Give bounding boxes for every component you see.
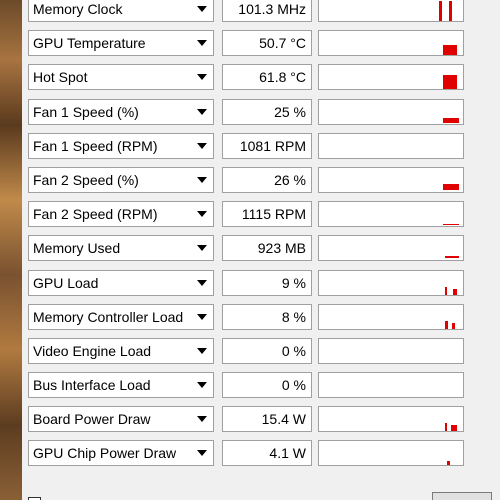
- sensor-row-video-engine-load: Video Engine Load 0 %: [22, 336, 496, 370]
- sensor-name-label: Bus Interface Load: [33, 377, 151, 394]
- sensor-row-hot-spot: Hot Spot 61.8 °C: [22, 62, 496, 96]
- sensor-graph: [318, 406, 464, 433]
- sensor-name-label: Video Engine Load: [33, 342, 152, 359]
- sensor-name-label: Memory Controller Load: [33, 308, 184, 325]
- sensor-value: 50.7 °C: [222, 30, 312, 57]
- sensor-value: 25 %: [222, 98, 312, 125]
- chevron-down-icon[interactable]: [191, 100, 213, 124]
- sensor-row-fan2-rpm: Fan 2 Speed (RPM) 1115 RPM: [22, 199, 496, 233]
- sensor-value: 0 %: [222, 337, 312, 364]
- sensor-row-gpu-temperature: GPU Temperature 50.7 °C: [22, 28, 496, 62]
- sensor-row-memory-controller-load: Memory Controller Load 8 %: [22, 302, 496, 336]
- sensor-value: 61.8 °C: [222, 64, 312, 91]
- sensor-name-dropdown[interactable]: Hot Spot: [28, 64, 214, 91]
- sensor-graph: [318, 201, 464, 228]
- sensor-name-dropdown[interactable]: Memory Controller Load: [28, 303, 214, 330]
- chevron-down-icon[interactable]: [191, 236, 213, 260]
- sensor-value: 9 %: [222, 269, 312, 296]
- sensor-graph: [318, 269, 464, 296]
- sensor-graph: [318, 98, 464, 125]
- sensor-graph: [318, 132, 464, 159]
- chevron-down-icon[interactable]: [191, 339, 213, 363]
- sensor-name-dropdown[interactable]: GPU Load: [28, 269, 214, 296]
- sensor-name-dropdown[interactable]: Fan 1 Speed (RPM): [28, 132, 214, 159]
- sensor-name-dropdown[interactable]: Memory Used: [28, 235, 214, 262]
- sensor-name-label: Fan 1 Speed (RPM): [33, 137, 158, 154]
- sensor-graph: [318, 337, 464, 364]
- chevron-down-icon[interactable]: [191, 271, 213, 295]
- chevron-down-icon[interactable]: [191, 441, 213, 465]
- sensor-value: 101.3 MHz: [222, 0, 312, 22]
- sensor-name-label: Fan 1 Speed (%): [33, 103, 139, 120]
- chevron-down-icon[interactable]: [191, 373, 213, 397]
- sensor-row-fan1-percent: Fan 1 Speed (%) 25 %: [22, 97, 496, 131]
- sensors-panel: Memory Clock 101.3 MHz GPU Temperature 5…: [22, 0, 496, 500]
- desktop-background: [0, 0, 22, 500]
- sensor-name-label: Memory Used: [33, 240, 121, 257]
- sensor-row-fan1-rpm: Fan 1 Speed (RPM) 1081 RPM: [22, 131, 496, 165]
- sensor-name-dropdown[interactable]: Fan 2 Speed (RPM): [28, 201, 214, 228]
- sensor-list: Memory Clock 101.3 MHz GPU Temperature 5…: [22, 0, 496, 473]
- sensor-row-fan2-percent: Fan 2 Speed (%) 26 %: [22, 165, 496, 199]
- chevron-down-icon[interactable]: [191, 168, 213, 192]
- sensor-name-label: GPU Load: [33, 274, 99, 291]
- sensor-name-dropdown[interactable]: Board Power Draw: [28, 406, 214, 433]
- vertical-scrollbar[interactable]: [492, 0, 496, 500]
- sensor-name-dropdown[interactable]: Fan 2 Speed (%): [28, 166, 214, 193]
- sensor-name-label: Fan 2 Speed (RPM): [33, 206, 158, 223]
- bottom-button[interactable]: [432, 492, 492, 500]
- sensor-name-label: Hot Spot: [33, 69, 88, 86]
- sensor-name-dropdown[interactable]: Bus Interface Load: [28, 372, 214, 399]
- sensor-name-label: Board Power Draw: [33, 411, 151, 428]
- sensor-value: 923 MB: [222, 235, 312, 262]
- sensor-graph: [318, 64, 464, 91]
- chevron-down-icon[interactable]: [191, 305, 213, 329]
- sensor-name-dropdown[interactable]: GPU Temperature: [28, 30, 214, 57]
- sensor-name-label: Fan 2 Speed (%): [33, 171, 139, 188]
- sensor-graph: [318, 303, 464, 330]
- sensor-graph: [318, 166, 464, 193]
- sensor-graph: [318, 235, 464, 262]
- chevron-down-icon[interactable]: [191, 134, 213, 158]
- sensor-name-label: GPU Temperature: [33, 35, 146, 52]
- sensor-row-gpu-load: GPU Load 9 %: [22, 268, 496, 302]
- sensor-value: 1115 RPM: [222, 201, 312, 228]
- sensor-value: 8 %: [222, 303, 312, 330]
- chevron-down-icon[interactable]: [191, 202, 213, 226]
- chevron-down-icon[interactable]: [191, 31, 213, 55]
- sensor-value: 1081 RPM: [222, 132, 312, 159]
- sensor-name-dropdown[interactable]: Fan 1 Speed (%): [28, 98, 214, 125]
- sensor-row-memory-used: Memory Used 923 MB: [22, 233, 496, 267]
- sensor-row-board-power-draw: Board Power Draw 15.4 W: [22, 404, 496, 438]
- sensor-graph: [318, 440, 464, 467]
- chevron-down-icon[interactable]: [191, 65, 213, 89]
- sensor-row-memory-clock: Memory Clock 101.3 MHz: [22, 0, 496, 28]
- chevron-down-icon[interactable]: [191, 407, 213, 431]
- chevron-down-icon[interactable]: [191, 0, 213, 21]
- sensor-row-bus-interface-load: Bus Interface Load 0 %: [22, 370, 496, 404]
- sensor-name-dropdown[interactable]: GPU Chip Power Draw: [28, 440, 214, 467]
- sensor-graph: [318, 30, 464, 57]
- sensor-name-label: GPU Chip Power Draw: [33, 445, 177, 462]
- sensor-value: 15.4 W: [222, 406, 312, 433]
- sensor-graph: [318, 372, 464, 399]
- sensor-name-dropdown[interactable]: Video Engine Load: [28, 337, 214, 364]
- sensor-graph: [318, 0, 464, 22]
- sensor-row-gpu-chip-power-draw: GPU Chip Power Draw 4.1 W: [22, 438, 496, 472]
- sensor-value: 0 %: [222, 372, 312, 399]
- sensor-name-label: Memory Clock: [33, 1, 123, 17]
- bottom-toolbar: [22, 484, 496, 500]
- sensor-name-dropdown[interactable]: Memory Clock: [28, 0, 214, 22]
- sensor-value: 26 %: [222, 166, 312, 193]
- sensor-value: 4.1 W: [222, 440, 312, 467]
